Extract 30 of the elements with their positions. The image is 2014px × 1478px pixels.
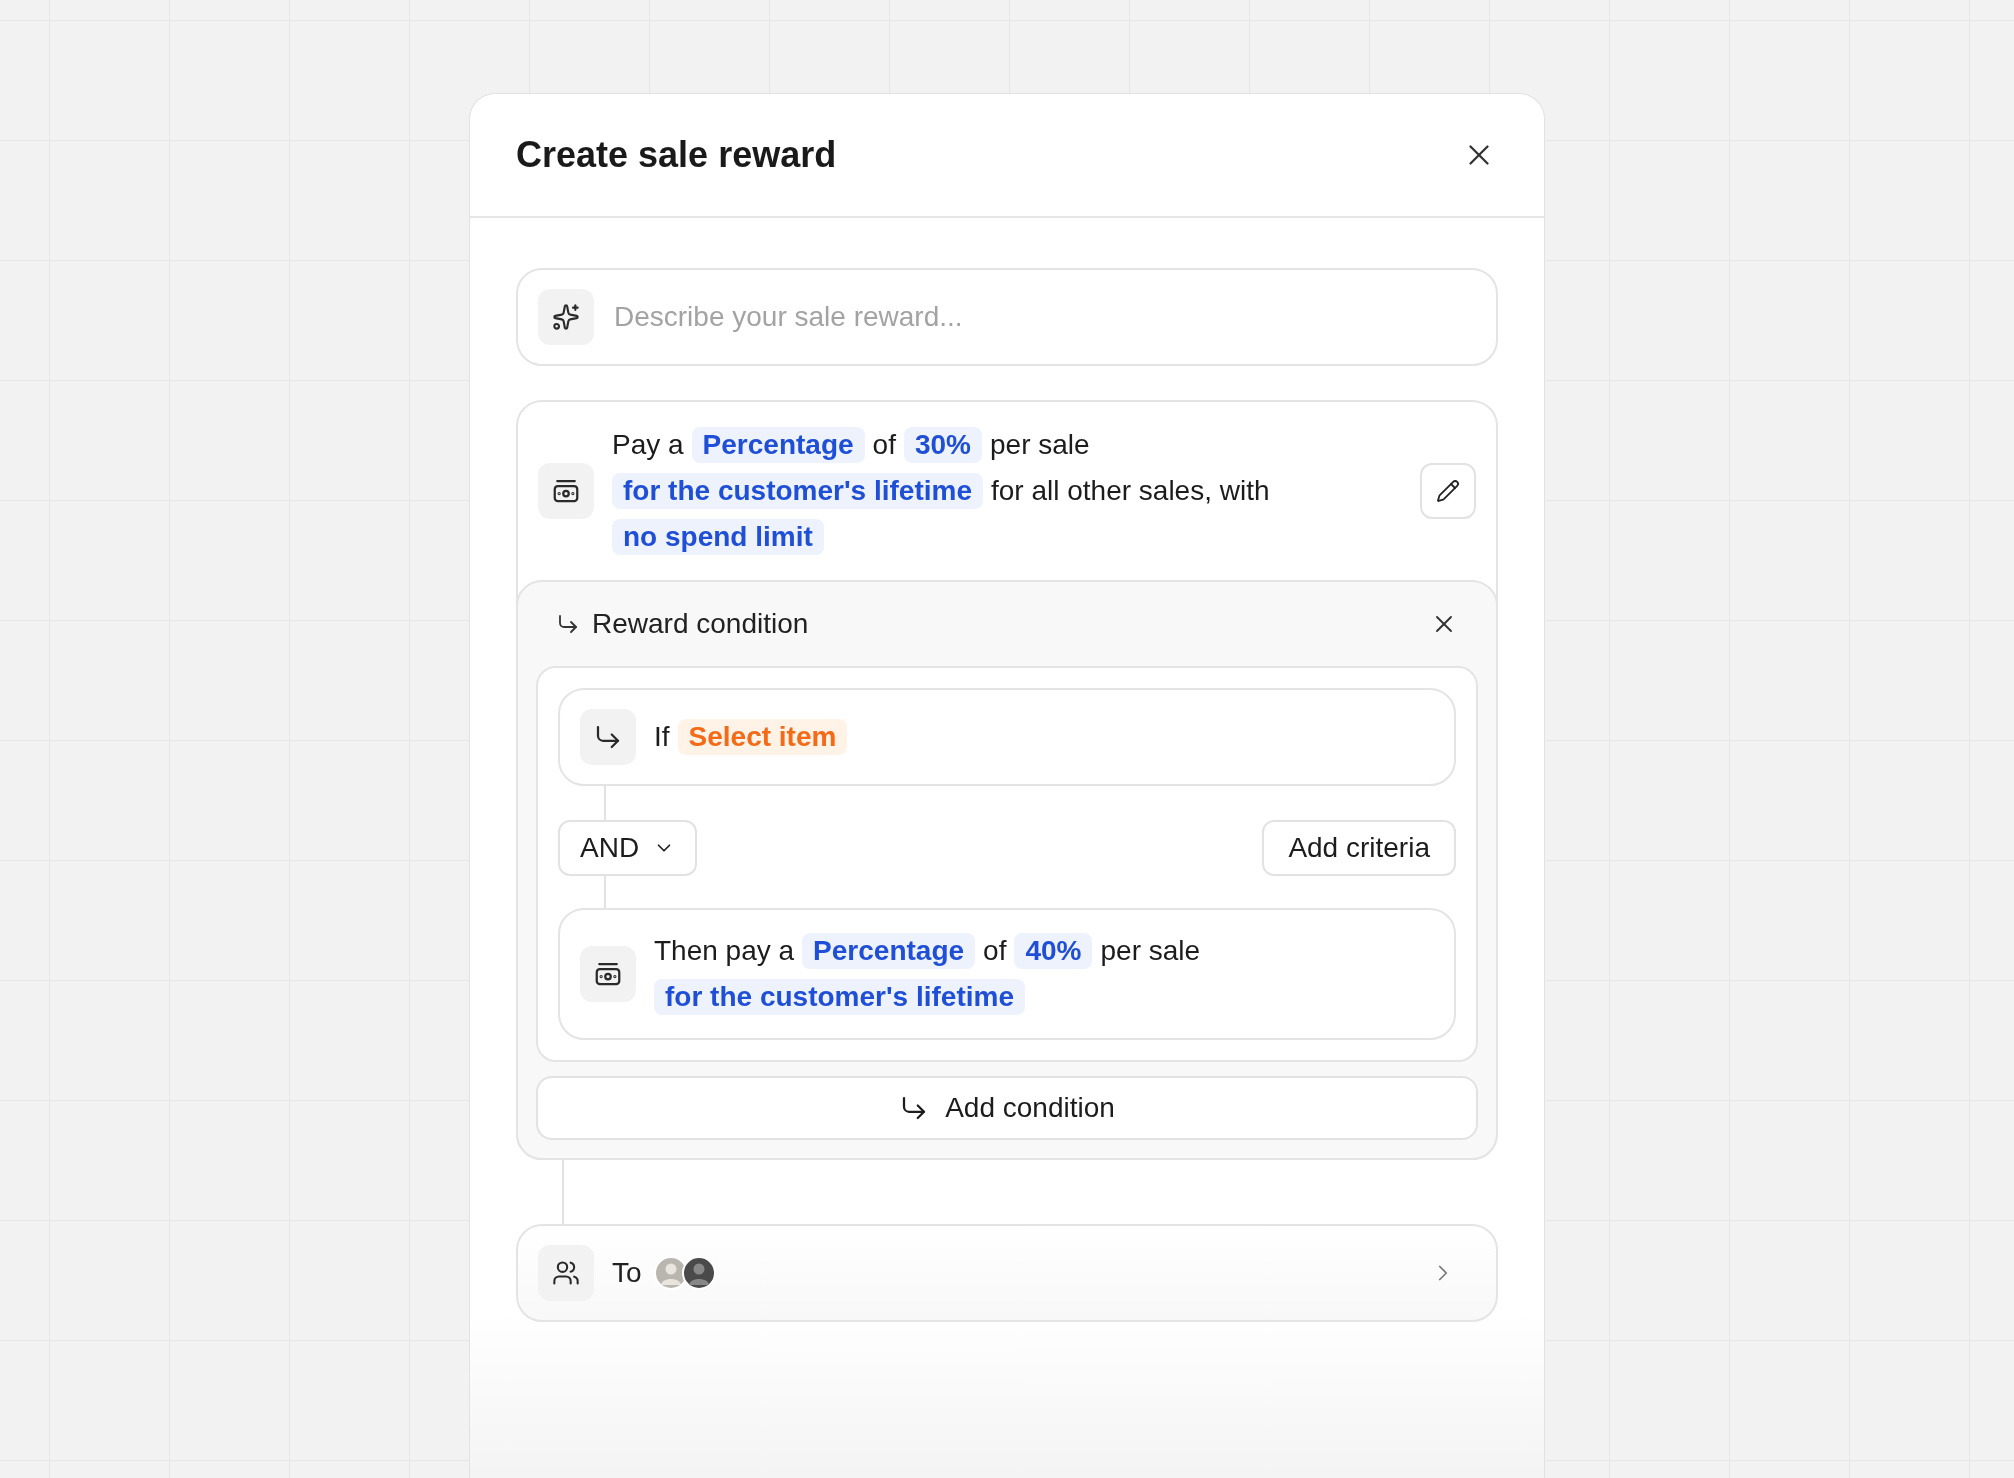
sentence-text: of <box>872 429 896 461</box>
sentence-text: per sale <box>1100 935 1201 967</box>
recipients-label: To <box>612 1257 642 1289</box>
edit-button[interactable] <box>1420 463 1476 519</box>
value-chip[interactable]: Percentage <box>802 933 976 969</box>
value-chip[interactable]: for the customer's lifetime <box>654 979 1025 1015</box>
sentence-text: Pay a <box>612 429 684 461</box>
value-chip[interactable]: for the customer's lifetime <box>612 473 983 509</box>
users-icon <box>552 1259 580 1287</box>
prompt-input[interactable]: Describe your sale reward... <box>612 300 1476 334</box>
recipients-row[interactable]: To <box>516 1224 1498 1322</box>
sentence-text: Then pay a <box>654 935 795 967</box>
sentence-text: per sale <box>990 429 1090 461</box>
operator-dropdown[interactable]: AND <box>558 820 698 876</box>
sentence-text: If <box>654 721 670 753</box>
sentence-text: for all other sales, with <box>990 475 1270 507</box>
condition-title: Reward condition <box>592 608 810 640</box>
pencil-icon <box>1436 479 1460 503</box>
add-condition-button[interactable]: Add condition <box>536 1076 1478 1140</box>
add-criteria-button[interactable]: Add criteria <box>1262 820 1456 876</box>
value-chip[interactable]: no spend limit <box>612 519 824 555</box>
value-chip[interactable]: 40% <box>1014 933 1093 969</box>
dialog-title: Create sale reward <box>516 134 837 176</box>
value-chip[interactable]: 30% <box>903 427 982 463</box>
prompt-field[interactable]: Describe your sale reward... <box>516 268 1498 366</box>
sentence-text: of <box>983 935 1007 967</box>
sparkle-icon <box>552 303 580 331</box>
avatar-icon <box>681 1256 716 1290</box>
corner-arrow-icon <box>556 612 580 636</box>
value-chip[interactable]: Percentage <box>691 427 865 463</box>
